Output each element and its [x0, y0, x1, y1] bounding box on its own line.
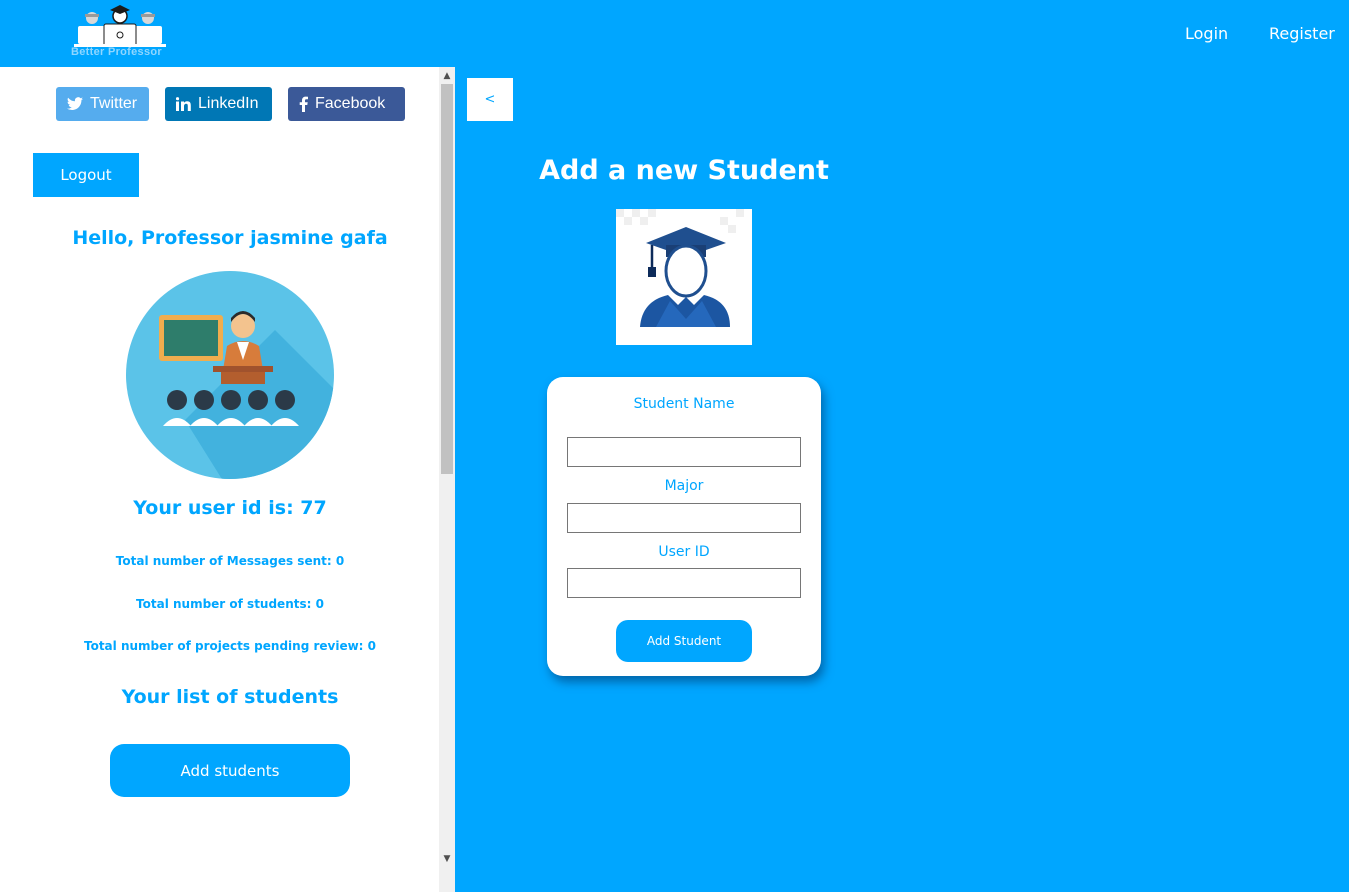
logo-text: Better Professor: [71, 46, 162, 58]
user-id-label: User ID: [658, 544, 710, 560]
students-count-stat: Total number of students: 0: [136, 597, 324, 611]
professor-illustration: [126, 271, 334, 479]
add-students-button[interactable]: Add students: [110, 744, 350, 797]
nav-login-link[interactable]: Login: [1185, 24, 1228, 43]
student-name-label: Student Name: [633, 396, 735, 412]
scroll-up-arrow-icon[interactable]: ▲: [439, 69, 455, 83]
projects-pending-stat: Total number of projects pending review:…: [83, 639, 377, 653]
user-id-input[interactable]: [567, 568, 801, 598]
page-title: Add a new Student: [539, 155, 829, 186]
twitter-icon: [67, 97, 83, 111]
linkedin-label: LinkedIn: [198, 95, 259, 112]
profile-sidebar: Twitter LinkedIn Facebook Logout Hello, …: [0, 67, 455, 892]
sidebar-scrollbar[interactable]: ▲ ▼: [439, 67, 455, 892]
major-label: Major: [664, 478, 704, 494]
twitter-share-button[interactable]: Twitter: [56, 87, 149, 121]
user-id-heading: Your user id is: 77: [133, 497, 327, 519]
facebook-icon: [299, 96, 308, 112]
greeting-heading: Hello, Professor jasmine gafa: [72, 227, 388, 249]
back-button[interactable]: <: [467, 78, 513, 121]
student-list-heading: Your list of students: [121, 686, 339, 708]
scroll-down-arrow-icon[interactable]: ▼: [439, 852, 455, 866]
scrollbar-thumb[interactable]: [441, 84, 453, 474]
messages-sent-stat: Total number of Messages sent: 0: [115, 554, 345, 568]
top-nav-bar: Better Professor Login Register: [0, 0, 1349, 67]
facebook-share-button[interactable]: Facebook: [288, 87, 405, 121]
facebook-label: Facebook: [315, 95, 386, 112]
student-name-input[interactable]: [567, 437, 801, 467]
major-input[interactable]: [567, 503, 801, 533]
twitter-label: Twitter: [90, 95, 138, 112]
add-student-form: Student Name Major User ID Add Student: [547, 377, 821, 676]
logout-button[interactable]: Logout: [33, 153, 139, 197]
add-student-button[interactable]: Add Student: [616, 620, 752, 662]
graduate-student-icon: [616, 209, 752, 345]
nav-register-link[interactable]: Register: [1269, 24, 1335, 43]
linkedin-share-button[interactable]: LinkedIn: [165, 87, 272, 121]
linkedin-icon: [176, 97, 191, 111]
